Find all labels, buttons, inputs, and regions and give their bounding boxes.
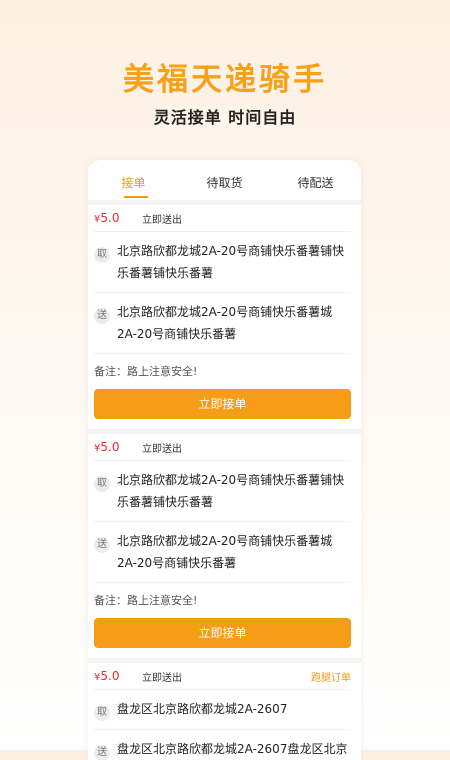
delivery-address-row: 送 北京路欣都龙城2A-20号商铺快乐番薯城2A-20号商铺快乐番薯 <box>94 292 351 353</box>
hero-subtitle: 灵活接单 时间自由 <box>153 108 297 127</box>
delivery-mode: 立即送出 <box>142 214 182 226</box>
delivery-badge: 送 <box>94 537 110 553</box>
price-value: 5.0 <box>100 669 120 683</box>
tab-bar: 接单 待取货 待配送 <box>88 160 361 200</box>
order-header: ¥5.0 立即送出 <box>94 434 351 460</box>
pickup-address-row: 取 盘龙区北京路欣都龙城2A-2607 <box>94 689 351 729</box>
pickup-address: 盘龙区北京路欣都龙城2A-2607 <box>117 702 288 716</box>
tab-to-pickup[interactable]: 待取货 <box>179 160 270 200</box>
pickup-badge: 取 <box>94 705 110 721</box>
tab-to-deliver[interactable]: 待配送 <box>270 160 361 200</box>
order-price: ¥5.0 <box>94 211 142 225</box>
order-header: ¥5.0 立即送出 跑腿订单 <box>94 663 351 689</box>
accept-order-button[interactable]: 立即接单 <box>94 389 351 419</box>
pickup-badge: 取 <box>94 247 110 263</box>
delivery-address-row: 送 北京路欣都龙城2A-20号商铺快乐番薯城2A-20号商铺快乐番薯 <box>94 521 351 582</box>
delivery-address: 北京路欣都龙城2A-20号商铺快乐番薯城2A-20号商铺快乐番薯 <box>117 305 333 341</box>
order-price: ¥5.0 <box>94 669 142 683</box>
order-price: ¥5.0 <box>94 440 142 454</box>
order-note: 备注：路上注意安全! <box>94 582 351 618</box>
delivery-badge: 送 <box>94 745 110 760</box>
phone-screen: 接单 待取货 待配送 ¥5.0 立即送出 取 北京路欣都龙城2A-20号商铺快乐… <box>88 160 361 760</box>
tab-accept-orders[interactable]: 接单 <box>88 160 179 200</box>
pickup-address-row: 取 北京路欣都龙城2A-20号商铺快乐番薯铺快乐番薯铺快乐番薯 <box>94 460 351 521</box>
pickup-address: 北京路欣都龙城2A-20号商铺快乐番薯铺快乐番薯铺快乐番薯 <box>117 473 345 509</box>
delivery-address: 北京路欣都龙城2A-20号商铺快乐番薯城2A-20号商铺快乐番薯 <box>117 534 333 570</box>
order-note: 备注：路上注意安全! <box>94 353 351 389</box>
delivery-mode: 立即送出 <box>142 672 182 684</box>
order-header: ¥5.0 立即送出 <box>94 205 351 231</box>
price-value: 5.0 <box>100 440 120 454</box>
pickup-address: 北京路欣都龙城2A-20号商铺快乐番薯铺快乐番薯铺快乐番薯 <box>117 244 345 280</box>
pickup-address-row: 取 北京路欣都龙城2A-20号商铺快乐番薯铺快乐番薯铺快乐番薯 <box>94 231 351 292</box>
order-card: ¥5.0 立即送出 取 北京路欣都龙城2A-20号商铺快乐番薯铺快乐番薯铺快乐番… <box>88 434 361 658</box>
hero: 美福天递骑手 灵活接单 时间自由 <box>0 58 450 130</box>
active-tab-indicator <box>124 196 148 198</box>
accept-order-button[interactable]: 立即接单 <box>94 618 351 648</box>
delivery-address: 盘龙区北京路欣都龙城2A-2607盘龙区北京 <box>117 742 348 756</box>
order-card: ¥5.0 立即送出 跑腿订单 取 盘龙区北京路欣都龙城2A-2607 送 盘龙区… <box>88 663 361 760</box>
delivery-mode: 立即送出 <box>142 443 182 455</box>
delivery-address-row: 送 盘龙区北京路欣都龙城2A-2607盘龙区北京 <box>94 729 351 760</box>
errand-order-tag: 跑腿订单 <box>311 672 351 684</box>
price-value: 5.0 <box>100 211 120 225</box>
delivery-badge: 送 <box>94 308 110 324</box>
pickup-badge: 取 <box>94 476 110 492</box>
hero-title: 美福天递骑手 <box>123 62 327 98</box>
order-card: ¥5.0 立即送出 取 北京路欣都龙城2A-20号商铺快乐番薯铺快乐番薯铺快乐番… <box>88 205 361 429</box>
